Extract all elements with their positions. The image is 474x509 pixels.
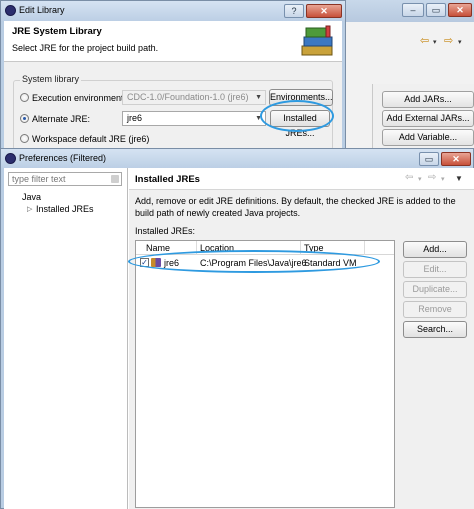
back-dropdown-icon[interactable]: ▾ [433,38,437,46]
bg-minimize-button[interactable]: – [402,3,424,17]
execution-environment-combo[interactable]: CDC-1.0/Foundation-1.0 (jre6) ▼ [122,90,266,105]
wizard-header-title: JRE System Library [12,26,102,37]
column-separator[interactable] [196,241,197,255]
page-title: Installed JREs [135,174,200,185]
workspace-default-label: Workspace default JRE (jre6) [32,134,150,144]
workspace-default-radio[interactable] [20,134,29,143]
remove-button[interactable]: Remove [403,301,467,318]
jre-name-cell: jre6 [164,258,180,268]
view-menu-icon[interactable]: ▼ [455,174,463,183]
chevron-down-icon: ▼ [255,94,262,101]
add-jars-button[interactable]: Add JARs... [382,91,474,108]
help-button[interactable]: ? [284,4,304,18]
column-header-location[interactable]: Location [200,243,234,253]
edit-library-dialog: Edit Library ? ✕ JRE System Library Sele… [0,0,346,150]
page-description: Add, remove or edit JRE definitions. By … [135,196,456,218]
column-separator[interactable] [300,241,301,255]
clear-filter-icon[interactable] [111,175,119,183]
back-dropdown-icon[interactable]: ▾ [418,175,422,183]
forward-arrow-icon[interactable]: ⇨ [444,34,453,47]
execution-environment-label: Execution environment: [32,93,127,103]
table-header: Name Location Type [136,241,394,255]
table-row[interactable]: ✓ jre6 C:\Program Files\Java\jre6 Standa… [136,256,394,270]
filter-placeholder: type filter text [12,174,66,184]
edit-library-titlebar: Edit Library ? ✕ [1,1,345,21]
bg-close-button[interactable]: ✕ [448,3,472,17]
back-arrow-icon[interactable]: ⇦ [420,34,429,47]
close-button[interactable]: ✕ [441,152,471,166]
duplicate-button[interactable]: Duplicate... [403,281,467,298]
preferences-content: type filter text Java ▷ Installed JREs I… [4,168,474,509]
forward-dropdown-icon[interactable]: ▾ [458,38,462,46]
add-variable-button[interactable]: Add Variable... [382,129,474,146]
close-button[interactable]: ✕ [306,4,342,18]
forward-dropdown-icon[interactable]: ▾ [441,175,445,183]
page-header: Installed JREs ⇦ ▾ ⇨ ▾ ▼ [129,168,474,190]
forward-arrow-icon[interactable]: ⇨ [428,172,436,183]
installed-jres-table[interactable]: Name Location Type ✓ jre6 C:\Program Fil… [135,240,395,508]
jre-location-cell: C:\Program Files\Java\jre6 [200,258,307,268]
alternate-jre-combo[interactable]: jre6 ▼ [122,111,266,126]
library-books-icon [301,25,333,56]
add-external-jars-button[interactable]: Add External JARs... [382,110,474,127]
back-arrow-icon[interactable]: ⇦ [405,172,413,183]
tree-expand-icon[interactable]: ▷ [27,205,32,213]
environments-button[interactable]: Environments... [269,89,333,106]
execution-environment-radio[interactable] [20,93,29,102]
preference-tree-pane: type filter text Java ▷ Installed JREs [4,168,128,509]
alternate-jre-value: jre6 [127,113,143,123]
execution-environment-value: CDC-1.0/Foundation-1.0 (jre6) [127,92,249,102]
installed-jres-button[interactable]: Installed JREs... [270,110,330,138]
system-library-label: System library [20,74,82,84]
search-button[interactable]: Search... [403,321,467,338]
edit-library-title: Edit Library [19,5,65,15]
wizard-header-description: Select JRE for the project build path. [12,43,159,53]
column-separator[interactable] [364,241,365,255]
add-button[interactable]: Add... [403,241,467,258]
column-header-type[interactable]: Type [304,243,324,253]
preferences-title: Preferences (Filtered) [19,153,107,163]
tree-item-installed-jres[interactable]: Installed JREs [36,204,94,214]
system-library-section: System library Execution environment: CD… [4,61,342,150]
chevron-down-icon: ▼ [255,115,262,122]
edit-button[interactable]: Edit... [403,261,467,278]
maximize-button[interactable]: ▭ [419,152,439,166]
tree-item-java[interactable]: Java [22,192,41,202]
preferences-window: Preferences (Filtered) ▭ ✕ type filter t… [0,148,474,509]
alternate-jre-label: Alternate JRE: [32,114,91,124]
eclipse-icon [5,153,16,164]
filter-input[interactable]: type filter text [8,172,122,186]
jre-default-checkbox[interactable]: ✓ [140,258,149,267]
jre-type-cell: Standard VM [304,258,357,268]
background-toolbar [344,30,474,54]
eclipse-icon [5,5,16,16]
installed-jres-list-label: Installed JREs: [135,226,196,236]
preferences-titlebar: Preferences (Filtered) ▭ ✕ [1,149,473,168]
column-header-name[interactable]: Name [146,243,170,253]
bg-maximize-button[interactable]: ▭ [426,3,446,17]
installed-jres-page: Installed JREs ⇦ ▾ ⇨ ▾ ▼ Add, remove or … [129,168,474,509]
wizard-header: JRE System Library Select JRE for the pr… [4,21,342,61]
alternate-jre-radio[interactable] [20,114,29,123]
jre-library-icon [151,258,161,267]
